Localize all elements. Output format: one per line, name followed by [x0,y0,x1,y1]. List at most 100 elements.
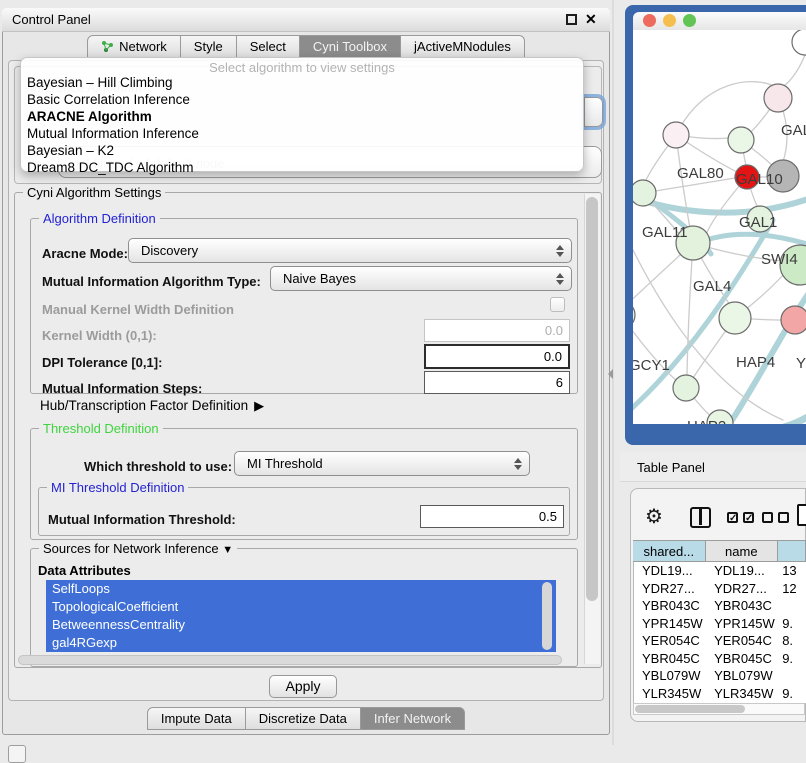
divider-grip-icon[interactable] [608,369,613,379]
export-table-icon[interactable] [797,504,806,526]
node-gal-right[interactable] [764,84,792,112]
tab-impute-data[interactable]: Impute Data [147,707,246,730]
network-canvas[interactable]: GALGAL80GAL10GAL1GAL11SWI4GAL4GCY1HAP4YH… [633,30,806,424]
tab-discretize-data[interactable]: Discretize Data [246,707,361,730]
table-cell [778,597,806,615]
apply-button[interactable]: Apply [269,675,337,698]
node-hap4[interactable] [719,302,751,334]
deselect-all-checkbox-icon[interactable] [762,512,773,523]
control-panel-titlebar[interactable] [2,8,610,32]
table-row[interactable]: YDR27...YDR27...12 [634,580,806,598]
node-gal11[interactable] [633,180,656,206]
table-cell [778,667,806,685]
node-label-gal10: GAL10 [736,171,783,188]
manual-kernel-checkbox[interactable] [550,297,565,312]
node-table-body: YDL19...YDL19...13YDR27...YDR27...12YBR0… [633,562,806,703]
tab-jactivemnodules[interactable]: jActiveMNodules [401,35,525,58]
node-label-gal80: GAL80 [677,165,724,182]
table-cell: YLR345W [634,685,706,703]
table-row[interactable]: YBL079WYBL079W [634,667,806,685]
node-salmon-node[interactable] [781,306,806,334]
algorithm-option-mutual-information-inference[interactable]: Mutual Information Inference [25,125,581,142]
aracne-mode-select[interactable]: Discovery [128,238,572,263]
table-cell: YDL19... [634,562,706,580]
node-unlabeled-top[interactable] [792,30,806,55]
minimized-panel-button[interactable] [8,745,26,763]
network-edge[interactable] [633,250,783,420]
collapse-arrow-icon[interactable]: ▼ [222,544,233,556]
table-row[interactable]: YBR045CYBR045C9. [634,650,806,668]
close-traffic-light-icon[interactable] [643,14,656,27]
tab-style[interactable]: Style [181,35,237,58]
select-all-checkbox-icon[interactable]: ✓ [743,512,754,523]
node-hap2[interactable] [673,375,699,401]
attribute-item-topologicalcoefficient[interactable]: TopologicalCoefficient [46,598,556,616]
table-settings-gear-icon[interactable]: ⚙ [645,504,663,529]
settings-scrollbar-thumb[interactable] [586,197,598,601]
threshold-definition-legend: Threshold Definition [39,421,163,436]
network-edge[interactable] [780,55,805,88]
tab-network[interactable]: Network [87,35,181,58]
column-header-2[interactable] [778,540,806,562]
table-row[interactable]: YLR345WYLR345W9. [634,685,806,703]
network-edge[interactable] [687,243,693,375]
network-window-titlebar[interactable] [633,12,806,30]
table-row[interactable]: YPR145WYPR145W9. [634,615,806,633]
mi-threshold-field[interactable] [420,505,564,528]
control-panel-title: Control Panel [12,12,91,27]
hub-definition-toggle[interactable]: Hub/Transcription Factor Definition▶ [40,398,264,414]
table-cell: YBR045C [634,650,706,668]
column-header-name[interactable]: name [706,540,779,562]
close-icon[interactable]: ✕ [585,11,597,28]
node-label-gcy1: GCY1 [633,357,670,374]
attribute-item-betweennesscentrality[interactable]: BetweennessCentrality [46,616,556,634]
select-all-checkbox-icon[interactable]: ✓ [727,512,738,523]
network-edge[interactable] [676,82,776,135]
split-columns-icon[interactable] [690,507,711,528]
zoom-traffic-light-icon[interactable] [683,14,696,27]
algorithm-select-spinner[interactable] [584,97,603,127]
algorithm-option-bayesian-hill-climbing[interactable]: Bayesian – Hill Climbing [25,74,581,91]
network-edge[interactable] [695,234,806,245]
dpi-tolerance-field[interactable] [424,344,570,369]
settings-hscrollbar-thumb[interactable] [18,655,562,665]
mi-steps-field[interactable] [424,371,570,394]
tab-select[interactable]: Select [237,35,300,58]
table-cell: YER054C [634,632,706,650]
algorithm-option-aracne-algorithm[interactable]: ARACNE Algorithm [25,108,581,125]
spinner-arrows-icon [553,245,571,257]
deselect-all-checkbox-icon[interactable] [778,512,789,523]
sources-legend-text: Sources for Network Inference [43,541,219,556]
algorithm-option-basic-correlation-inference[interactable]: Basic Correlation Inference [25,91,581,108]
kernel-width-field[interactable] [424,319,570,342]
table-hscrollbar-thumb[interactable] [635,705,745,713]
table-row[interactable]: YER054CYER054C8. [634,632,806,650]
attribute-item-gal4rgexp[interactable]: gal4RGexp [46,634,556,652]
minimize-traffic-light-icon[interactable] [663,14,676,27]
settings-legend: Cyni Algorithm Settings [23,185,165,200]
data-attributes-list[interactable]: SelfLoopsTopologicalCoefficientBetweenne… [46,580,556,652]
column-header-shared[interactable]: shared... [633,540,706,562]
dpi-tolerance-label: DPI Tolerance [0,1]: [42,355,162,370]
tab-label: Impute Data [161,711,232,726]
tab-label: Cyni Toolbox [313,39,387,54]
algorithm-option-dream8-dc-tdc-algorithm[interactable]: Dream8 DC_TDC Algorithm [25,159,581,176]
expand-arrow-icon[interactable]: ▶ [254,398,264,413]
node-label-y: Y [796,355,806,372]
tab-cyni-toolbox[interactable]: Cyni Toolbox [300,35,401,58]
tab-infer-network[interactable]: Infer Network [361,707,465,730]
tab-label: Discretize Data [259,711,347,726]
mi-type-value: Naive Bayes [271,271,553,286]
which-threshold-select[interactable]: MI Threshold [234,451,530,476]
node-gal80[interactable] [663,122,689,148]
attribute-item-selfloops[interactable]: SelfLoops [46,580,556,598]
table-row[interactable]: YDL19...YDL19...13 [634,562,806,580]
mi-type-select[interactable]: Naive Bayes [270,266,572,291]
node-gal10[interactable] [728,127,754,153]
algorithm-option-bayesian-k2[interactable]: Bayesian – K2 [25,142,581,159]
node-gcy1[interactable] [633,301,635,329]
table-row[interactable]: YBR043CYBR043C [634,597,806,615]
attributes-list-scrollbar[interactable] [542,582,552,650]
which-threshold-value: MI Threshold [235,456,511,471]
float-window-icon[interactable] [566,14,577,25]
